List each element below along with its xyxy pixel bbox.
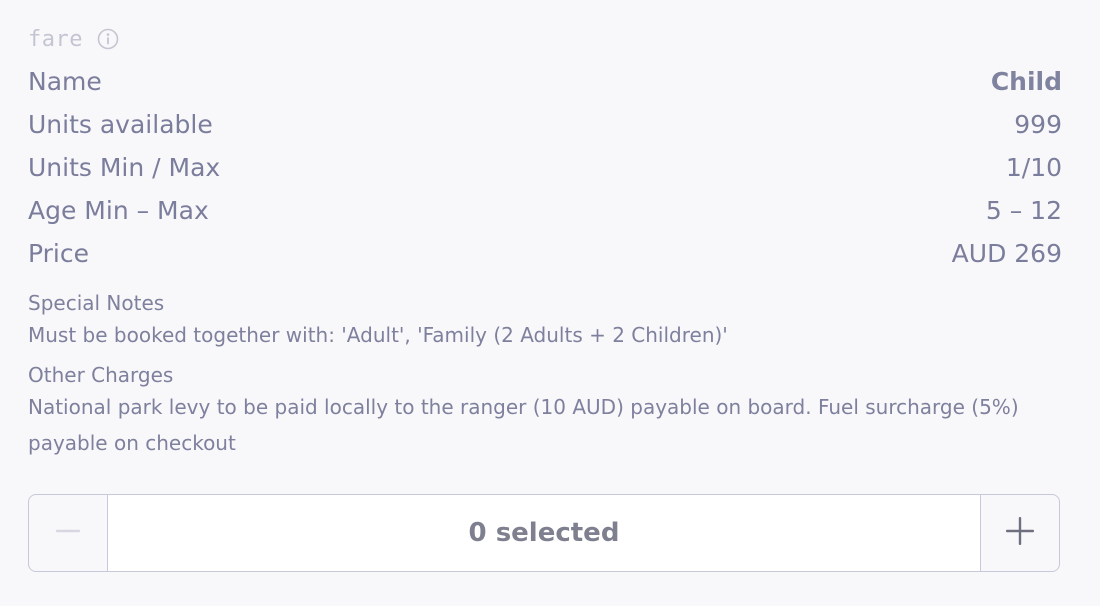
- detail-row-age-min-max: Age Min – Max 5 – 12: [28, 189, 1062, 232]
- section-tag: fare: [28, 26, 83, 52]
- decrement-button[interactable]: [29, 495, 108, 571]
- special-notes-title: Special Notes: [28, 291, 165, 315]
- other-charges-title: Other Charges: [28, 363, 174, 387]
- detail-value: 999: [1014, 110, 1062, 139]
- other-charges-body: National park levy to be paid locally to…: [28, 395, 1019, 455]
- fare-section-header: fare: [28, 24, 1062, 54]
- quantity-stepper: 0 selected: [28, 494, 1060, 572]
- quantity-value: 0 selected: [108, 495, 980, 571]
- info-circle-icon[interactable]: [97, 28, 119, 50]
- detail-label: Age Min – Max: [28, 196, 209, 225]
- detail-value: 5 – 12: [985, 196, 1062, 225]
- fare-card: fare Name Child Units available 999 Unit…: [28, 24, 1062, 461]
- detail-label: Units Min / Max: [28, 153, 221, 182]
- special-notes-body: Must be booked together with: 'Adult', '…: [28, 323, 728, 347]
- detail-label: Price: [28, 239, 89, 268]
- detail-row-units-min-max: Units Min / Max 1/10: [28, 146, 1062, 189]
- detail-row-name: Name Child: [28, 60, 1062, 103]
- increment-button[interactable]: [980, 495, 1059, 571]
- minus-icon: [55, 518, 81, 548]
- fare-details: Name Child Units available 999 Units Min…: [28, 60, 1062, 275]
- detail-value: 1/10: [1005, 153, 1062, 182]
- detail-row-units-available: Units available 999: [28, 103, 1062, 146]
- detail-label: Units available: [28, 110, 213, 139]
- detail-label: Name: [28, 67, 102, 96]
- plus-icon: [1005, 516, 1035, 550]
- detail-value: Child: [990, 67, 1062, 96]
- detail-value: AUD 269: [951, 239, 1062, 268]
- detail-row-price: Price AUD 269: [28, 232, 1062, 275]
